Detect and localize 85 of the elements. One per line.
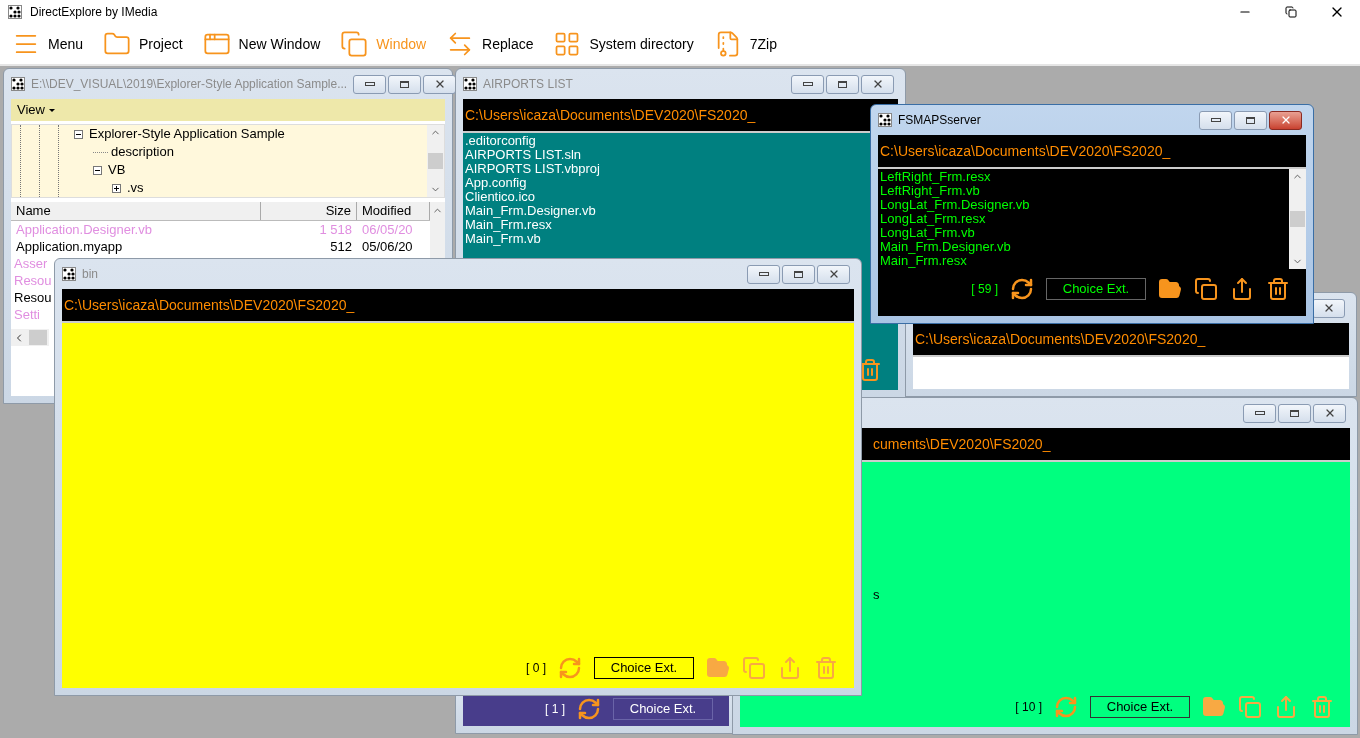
maximize-button[interactable] [1234, 110, 1267, 130]
file-item[interactable]: Clientico.ico [465, 190, 536, 204]
file-size: 1 518 [318, 220, 353, 239]
toolbar-button[interactable]: Menu [12, 30, 84, 58]
file-item[interactable]: LeftRight_Frm.vb [880, 184, 980, 198]
file-item[interactable]: AIRPORTS LIST.sln [465, 148, 582, 162]
refresh-icon[interactable] [1010, 277, 1034, 301]
choice-extension-button[interactable]: Choice Ext. [594, 657, 694, 679]
minimize-button[interactable] [791, 74, 824, 94]
file-item[interactable]: LongLat_Frm.Designer.vb [880, 198, 1030, 212]
maximize-button[interactable] [782, 264, 815, 284]
window-icon [62, 267, 76, 281]
file-date: 05/06/20 [361, 237, 414, 256]
window-icon [878, 113, 892, 127]
collapse-toggle[interactable] [74, 129, 83, 139]
share-icon[interactable] [1230, 277, 1254, 301]
file-item[interactable]: LeftRight_Frm.resx [880, 170, 991, 184]
scroll-thumb[interactable] [428, 153, 443, 169]
path-text: C:\Users\icaza\Documents\DEV2020\FS2020_ [915, 329, 1206, 349]
toolbar-button[interactable]: 7Zip [713, 30, 777, 58]
window-title: bin [82, 266, 98, 283]
window-icon [11, 77, 25, 91]
tree-item[interactable]: description [111, 142, 174, 162]
view-menu[interactable]: View [17, 100, 55, 120]
path-text: C:\Users\icaza\Documents\DEV2020\FS2020_ [465, 105, 756, 125]
close-button[interactable] [1269, 110, 1302, 130]
refresh-icon[interactable] [577, 697, 601, 721]
toolbar-button[interactable]: Project [103, 30, 183, 58]
collapse-toggle[interactable] [93, 165, 102, 175]
minimize-button[interactable] [747, 264, 780, 284]
windows-icon [340, 30, 369, 58]
toolbar-button[interactable]: Replace [446, 30, 534, 58]
close-button[interactable] [1312, 298, 1345, 318]
choice-extension-button[interactable]: Choice Ext. [1046, 278, 1146, 300]
app-title: DirectExplore by IMedia [30, 4, 158, 21]
restore-icon [1285, 6, 1297, 18]
tree-item[interactable]: Explorer-Style Application Sample [89, 125, 285, 144]
scroll-thumb[interactable] [1290, 211, 1305, 227]
window-title: E:\\DEV_VISUAL\2019\Explorer-Style Application Sample... [31, 76, 348, 93]
choice-extension-button[interactable]: Choice Ext. [613, 698, 713, 720]
file-item[interactable]: LongLat_Frm.resx [880, 212, 986, 226]
horizontal-scrollbar[interactable] [11, 329, 49, 346]
expand-toggle[interactable] [112, 183, 121, 193]
maximize-button[interactable] [388, 74, 422, 94]
minimize-button[interactable] [1243, 403, 1276, 423]
toolbar-button[interactable]: System directory [553, 30, 694, 58]
tree-item[interactable]: VB [108, 160, 126, 180]
path-text: C:\Users\icaza\Documents\DEV2020\FS2020_ [64, 295, 355, 315]
file-count: [ 0 ] [526, 660, 546, 677]
minimize-button[interactable] [353, 74, 387, 94]
file-item[interactable]: LongLat_Frm.vb [880, 226, 975, 240]
file-item[interactable]: Main_Frm.vb [465, 232, 541, 246]
toolbar-button[interactable]: New Window [202, 30, 321, 58]
file-item[interactable]: .editorconfig [465, 134, 536, 148]
file-item[interactable]: Main_Frm.Designer.vb [880, 240, 1011, 254]
file-item[interactable]: Main_Frm.resx [880, 254, 967, 268]
file-item[interactable]: AIRPORTS LIST.vbproj [465, 162, 600, 176]
minimize-button[interactable] [1199, 110, 1232, 130]
column-header[interactable]: Size [261, 202, 357, 220]
file-date: 06/05/20 [361, 220, 414, 239]
maximize-button[interactable] [1278, 403, 1311, 423]
window-title: AIRPORTS LIST [483, 76, 573, 93]
path-text: cuments\DEV2020\FS2020_ [873, 434, 1051, 454]
file-item[interactable]: s [873, 588, 880, 602]
folder-icon[interactable] [1158, 277, 1182, 301]
choice-extension-button[interactable]: Choice Ext. [1090, 696, 1190, 718]
window-title: FSMAPSserver [898, 112, 981, 129]
file-count: [ 59 ] [971, 281, 998, 298]
tree-item[interactable]: .vs [127, 178, 144, 197]
file-item[interactable]: App.config [465, 176, 527, 190]
column-header[interactable]: Name [11, 202, 261, 220]
file-item[interactable]: Main_Frm.resx [465, 218, 552, 232]
file-count: [ 10 ] [1015, 699, 1042, 716]
app-icon [8, 5, 22, 19]
path-text: C:\Users\icaza\Documents\DEV2020\FS2020_ [880, 141, 1171, 161]
maximize-button[interactable] [826, 74, 859, 94]
file-item[interactable]: Main_Frm.Designer.vb [465, 204, 596, 218]
copy-icon[interactable] [1194, 277, 1218, 301]
window-icon [463, 77, 477, 91]
trash-icon[interactable] [1266, 277, 1290, 301]
scroll-thumb[interactable] [29, 330, 47, 345]
scrollbar[interactable] [427, 125, 444, 197]
file-count: [ 1 ] [545, 701, 565, 718]
file-size: 512 [329, 237, 353, 256]
scrollbar[interactable] [1289, 169, 1306, 269]
